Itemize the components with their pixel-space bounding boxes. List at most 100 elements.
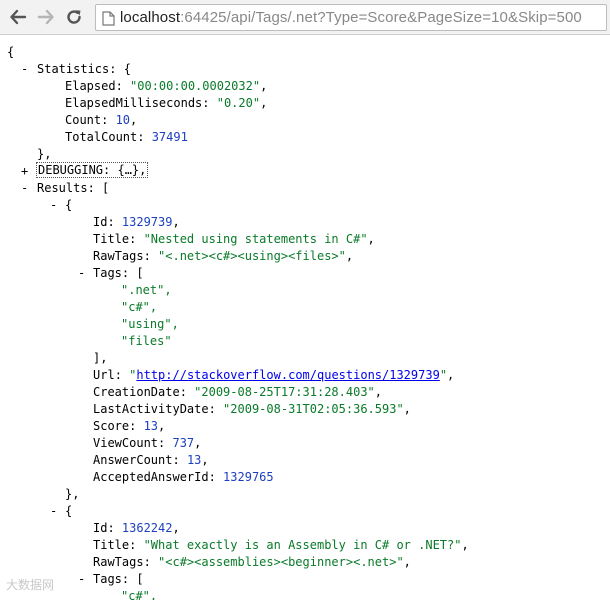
title-value: "Nested using statements in C#" [143,232,368,246]
tags-open-bracket: [ [136,266,144,280]
debugging-collapsed-box[interactable]: DEBUGGING: {…}, [36,162,149,178]
last-activity-key: LastActivityDate [93,402,209,416]
tag-value: "files" [121,334,172,348]
result-item-close-brace: }, [65,487,80,501]
debugging-value: {…} [117,163,140,177]
title-line: Title: "What exactly is an Assembly in C… [93,538,469,552]
tags-open-bracket: [ [136,572,144,586]
url-key: Url [93,368,115,382]
question-url-link[interactable]: http://stackoverflow.com/questions/13297… [136,368,439,382]
statistics-collapse-toggle[interactable]: - [21,61,28,78]
elapsed-ms-value: "0.20" [216,96,261,110]
creation-date-line: CreationDate: "2009-08-25T17:31:28.403", [93,385,383,399]
answer-count-key: AnswerCount [93,453,173,467]
result-item-open-brace: { [65,198,73,212]
statistics-open-brace: { [123,62,131,76]
tag-item: "c#", [121,300,158,314]
tag-item: "using", [121,317,179,331]
rawtags-key: RawTags [93,249,144,263]
rawtags-line: RawTags: "<.net><c#><using><files>", [93,249,354,263]
tag-value: "c#" [121,300,150,314]
results-line: Results: [ [37,181,110,195]
rawtags-key: RawTags [93,555,144,569]
title-value: "What exactly is an Assembly in C# or .N… [143,538,462,552]
tag-value: "using" [121,317,172,331]
tag-item: "c#", [121,588,157,600]
debugging-key: DEBUGGING [38,163,104,177]
results-collapse-toggle[interactable]: - [21,180,28,197]
root-open-brace: { [7,44,14,61]
last-activity-line: LastActivityDate: "2009-08-31T02:05:36.5… [93,402,411,416]
debugging-expand-toggle[interactable]: + [21,163,28,180]
accepted-answer-key: AcceptedAnswerId [93,470,209,484]
elapsed-value: "00:00:00.0002032" [130,79,261,93]
id-key: Id [93,215,108,229]
tags-key: Tags [93,266,122,280]
arrow-right-icon [37,9,54,25]
total-count-value: 37491 [151,130,188,144]
accepted-answer-value: 1329765 [223,470,274,484]
elapsed-line: Elapsed: "00:00:00.0002032", [65,79,268,93]
rawtags-value: "<.net><c#><using><files>" [158,249,346,263]
tags-collapse-toggle[interactable]: - [78,571,85,588]
tags-line: Tags: [ [93,266,144,280]
rawtags-value: "<c#><assemblies><beginner><.net>" [158,555,404,569]
title-key: Title [93,232,130,246]
elapsed-ms-line: ElapsedMilliseconds: "0.20", [65,96,268,110]
watermark: 大数据网 [6,578,55,592]
back-button[interactable] [7,6,29,28]
answer-count-value: 13 [186,453,202,467]
count-line: Count: 10, [65,113,138,127]
id-line: Id: 1362242, [93,521,180,535]
statistics-line: Statistics: { [37,62,131,76]
result-item-collapse-toggle[interactable]: - [50,197,57,214]
reload-button[interactable] [63,6,85,28]
tag-item: ".net", [121,283,172,297]
address-bar[interactable]: localhost:64425/api/Tags/.net?Type=Score… [95,4,607,31]
creation-date-value: "2009-08-25T17:31:28.403" [194,385,375,399]
arrow-left-icon [10,9,27,25]
elapsed-key: Elapsed [65,79,116,93]
id-key: Id [93,521,108,535]
tags-close-bracket: ], [93,351,108,365]
tags-collapse-toggle[interactable]: - [78,265,85,282]
total-count-line: TotalCount: 37491 [65,130,188,144]
count-value: 10 [115,113,131,127]
url-line: Url: "http://stackoverflow.com/questions… [93,368,455,382]
accepted-answer-line: AcceptedAnswerId: 1329765 [93,470,274,484]
browser-toolbar: localhost:64425/api/Tags/.net?Type=Score… [0,0,610,35]
json-viewer: { - Statistics: { Elapsed: "00:00:00.000… [0,35,610,600]
result-item-open-brace: { [65,504,73,518]
id-line: Id: 1329739, [93,215,180,229]
score-key: Score [93,419,130,433]
url-path: :64425/api/Tags/.net?Type=Score&PageSize… [180,9,582,26]
brace: { [7,45,15,59]
forward-button[interactable] [35,6,57,28]
debugging-line[interactable]: DEBUGGING: {…}, [36,162,149,179]
tag-value: "c#" [121,589,150,600]
results-open-bracket: [ [102,181,110,195]
tags-line: Tags: [ [93,572,144,586]
tags-key: Tags [93,572,122,586]
rawtags-line: RawTags: "<c#><assemblies><beginner><.ne… [93,555,411,569]
url-text[interactable]: localhost:64425/api/Tags/.net?Type=Score… [120,9,582,26]
page-icon [102,11,115,26]
title-line: Title: "Nested using statements in C#", [93,232,375,246]
last-activity-value: "2009-08-31T02:05:36.593" [223,402,404,416]
total-count-key: TotalCount [65,130,138,144]
view-count-value: 737 [172,436,195,450]
creation-date-key: CreationDate [93,385,180,399]
view-count-key: ViewCount [93,436,159,450]
elapsed-ms-key: ElapsedMilliseconds [65,96,203,110]
score-line: Score: 13, [93,419,166,433]
score-value: 13 [143,419,159,433]
reload-icon [67,10,81,24]
results-key: Results [37,181,88,195]
statistics-close: }, [37,147,52,161]
tag-value: ".net" [121,283,165,297]
id-value: 1329739 [121,215,173,229]
url-host: localhost [120,9,181,26]
result-item-collapse-toggle[interactable]: - [50,503,57,520]
title-key: Title [93,538,130,552]
view-count-line: ViewCount: 737, [93,436,202,450]
